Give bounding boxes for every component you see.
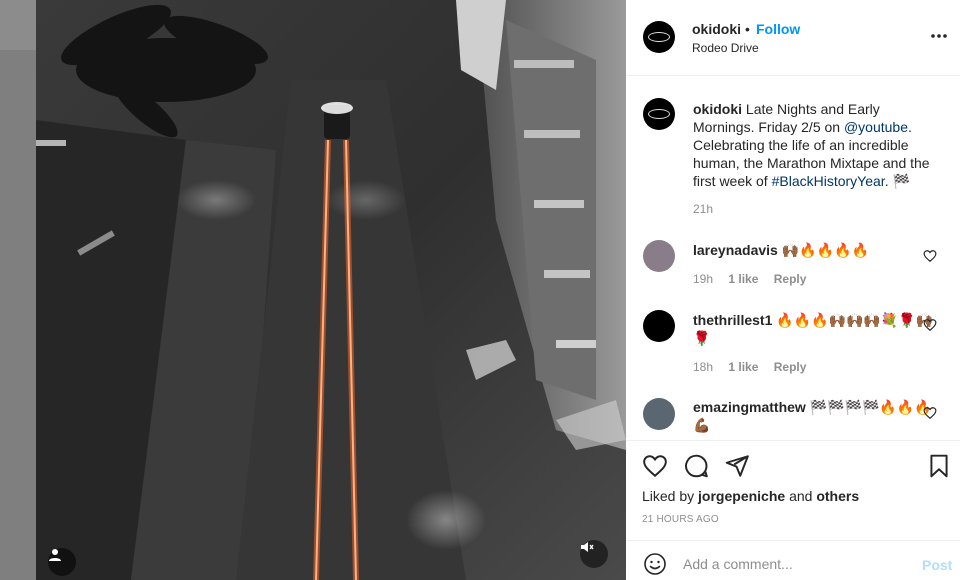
likes-others-link[interactable]: others xyxy=(816,488,859,504)
likes-middle: and xyxy=(785,488,817,504)
comment-username[interactable]: lareynadavis xyxy=(693,242,778,258)
person-icon xyxy=(49,549,61,561)
comment-body: 🙌🏾🔥🔥🔥🔥 xyxy=(781,242,869,258)
comment-time[interactable]: 18h xyxy=(693,360,713,374)
comment-text: lareynadavis 🙌🏾🔥🔥🔥🔥 xyxy=(693,241,941,259)
commenter-avatar[interactable] xyxy=(643,398,675,430)
likes-summary: Liked by jorgepeniche and others xyxy=(642,488,859,504)
video-frame xyxy=(36,0,626,580)
post-header: okidoki • Follow Rodeo Drive xyxy=(626,0,960,76)
backdrop-left xyxy=(0,0,36,580)
smiley-icon[interactable] xyxy=(643,552,667,576)
comment-likes[interactable]: 1 like xyxy=(728,272,758,286)
caption-username[interactable]: okidoki xyxy=(693,101,742,117)
commenter-avatar[interactable] xyxy=(643,240,675,272)
comment-username[interactable]: emazingmatthew xyxy=(693,399,806,415)
add-comment-bar: Post xyxy=(626,540,960,580)
liked-by-user[interactable]: jorgepeniche xyxy=(698,488,785,504)
caption-meta: 21h xyxy=(693,202,725,216)
post-comment-button[interactable]: Post xyxy=(922,557,952,573)
comment-like-heart-icon[interactable] xyxy=(923,318,937,332)
follow-button[interactable]: Follow xyxy=(756,21,800,37)
caption-time[interactable]: 21h xyxy=(693,202,713,216)
comment-meta: 18h 1 like Reply xyxy=(693,360,818,374)
comment-likes[interactable]: 1 like xyxy=(728,360,758,374)
comment-text: emazingmatthew 🏁🏁🏁🏁🔥🔥🔥💪🏾 xyxy=(693,398,941,434)
comment-like-heart-icon[interactable] xyxy=(923,249,937,263)
caption-text-part-3: . 🏁 xyxy=(884,173,910,189)
comment-input[interactable] xyxy=(683,556,903,572)
bookmark-icon[interactable] xyxy=(926,453,952,479)
post-side-panel: okidoki • Follow Rodeo Drive okidoki Lat… xyxy=(626,0,960,580)
post-username[interactable]: okidoki xyxy=(692,21,741,37)
commenter-avatar[interactable] xyxy=(643,310,675,342)
hashtag-link[interactable]: #BlackHistoryYear xyxy=(772,173,885,189)
post-actions: Liked by jorgepeniche and others 21 HOUR… xyxy=(626,440,960,540)
reply-button[interactable]: Reply xyxy=(774,272,807,286)
speaker-muted-icon xyxy=(581,542,594,552)
likes-prefix: Liked by xyxy=(642,488,699,504)
paper-plane-icon[interactable] xyxy=(724,453,750,479)
separator-dot: • xyxy=(745,21,750,37)
avatar[interactable] xyxy=(643,21,675,53)
comment-text: thethrillest1 🔥🔥🔥🙌🏾🙌🏾🙌🏾💐🌹🙌🏾🌹 xyxy=(693,311,941,347)
comments-list[interactable]: okidoki Late Nights and Early Mornings. … xyxy=(626,76,960,440)
backdrop-panel xyxy=(0,0,36,50)
more-horizontal-icon[interactable] xyxy=(929,26,949,46)
comment-like-heart-icon[interactable] xyxy=(923,406,937,420)
caption-text: okidoki Late Nights and Early Mornings. … xyxy=(693,100,941,190)
comment-bubble-icon[interactable] xyxy=(683,453,709,479)
post-video[interactable] xyxy=(36,0,626,580)
post-location[interactable]: Rodeo Drive xyxy=(692,41,759,55)
mute-button[interactable] xyxy=(580,540,608,568)
caption-avatar[interactable] xyxy=(643,98,675,130)
user-tag-button[interactable] xyxy=(48,548,76,576)
comment-meta: 19h 1 like Reply xyxy=(693,272,818,286)
mention-link[interactable]: @youtube xyxy=(844,119,908,135)
comment-time[interactable]: 19h xyxy=(693,272,713,286)
comment-username[interactable]: thethrillest1 xyxy=(693,312,772,328)
post-timestamp[interactable]: 21 HOURS AGO xyxy=(642,514,719,525)
heart-icon[interactable] xyxy=(642,453,668,479)
reply-button[interactable]: Reply xyxy=(774,360,807,374)
